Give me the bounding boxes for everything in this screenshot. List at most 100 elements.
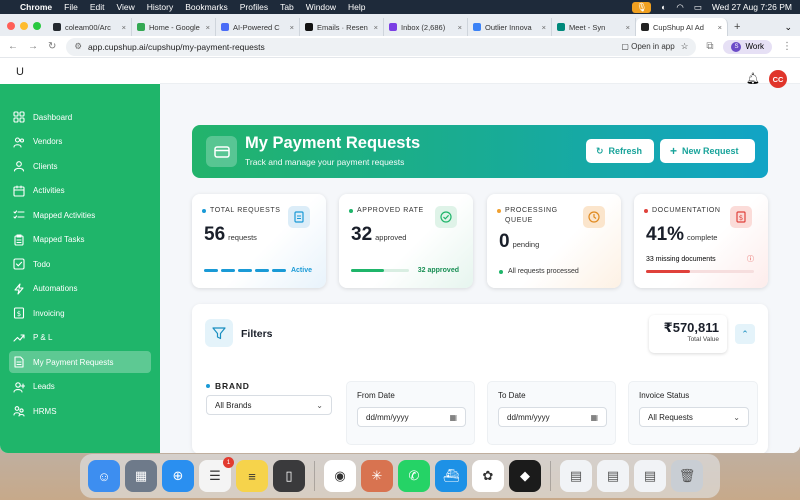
page-title: My Payment Requests [245, 134, 421, 152]
sidebar-item-p-l[interactable]: P & L [9, 327, 151, 349]
page-header-banner: My Payment Requests Track and manage you… [192, 125, 768, 178]
calendar-icon[interactable]: ▦ [590, 413, 598, 422]
sidebar-item-label: P & L [33, 333, 53, 342]
chrome-icon[interactable]: ◉ [324, 460, 356, 492]
reload-icon[interactable]: ↻ [48, 41, 56, 52]
address-bar[interactable]: ⚙ app.cupshup.ai/cupshup/my-payment-requ… [66, 37, 697, 56]
browser-tab[interactable]: Emails · Resen × [300, 18, 384, 36]
sidebar-item-vendors[interactable]: Vendors [9, 131, 151, 153]
menu-history[interactable]: History [147, 2, 173, 12]
refresh-button[interactable]: ↻ Refresh [586, 139, 654, 163]
launchpad-icon[interactable]: ▦ [125, 460, 157, 492]
sidebar-item-leads[interactable]: Leads [9, 376, 151, 398]
close-tab-icon[interactable]: × [206, 23, 210, 32]
browser-tab[interactable]: coleam00/Arc × [48, 18, 132, 36]
brand-select[interactable]: All Brands ⌄ [206, 395, 332, 415]
new-request-button[interactable]: + New Request [660, 139, 755, 163]
menu-view[interactable]: View [116, 2, 134, 12]
claude-icon[interactable]: ✳ [361, 460, 393, 492]
notes-icon[interactable]: ≡ [236, 460, 268, 492]
clock-icon [583, 206, 605, 228]
sidebar-item-todo[interactable]: Todo [9, 253, 151, 275]
brand-label: BRAND [215, 381, 250, 391]
tab-search-icon[interactable]: ⌄ [784, 18, 792, 36]
from-date-input[interactable]: dd/mm/yyyy ▦ [357, 407, 466, 427]
close-tab-icon[interactable]: × [122, 23, 126, 32]
close-tab-icon[interactable]: × [542, 23, 546, 32]
card-value: 41% [646, 224, 685, 245]
close-tab-icon[interactable]: × [458, 23, 462, 32]
forward-icon[interactable]: → [28, 41, 38, 52]
sidebar-item-mapped-tasks[interactable]: Mapped Tasks [9, 229, 151, 251]
menu-file[interactable]: File [64, 2, 78, 12]
close-window-icon[interactable] [7, 22, 15, 30]
browser-toolbar: ← → ↻ ⚙ app.cupshup.ai/cupshup/my-paymen… [0, 36, 800, 58]
menu-help[interactable]: Help [348, 2, 365, 12]
docker-icon[interactable]: ⛴ [435, 460, 467, 492]
sidebar-item-hrms[interactable]: HRMS [9, 400, 151, 422]
browser-tab[interactable]: Home - Google × [132, 18, 216, 36]
site-info-icon[interactable]: ⚙ [74, 41, 82, 52]
battery-icon[interactable]: ▭ [694, 2, 702, 13]
sidebar-item-activities[interactable]: Activities [9, 180, 151, 202]
profile-button[interactable]: S Work [723, 39, 772, 54]
status-icon[interactable]: ◐ [661, 2, 666, 12]
plus-icon: + [670, 144, 678, 158]
browser-tab[interactable]: CupShup AI Ad × [636, 18, 728, 36]
browser-tab[interactable]: Meet - Syn × [552, 18, 636, 36]
close-tab-icon[interactable]: × [626, 23, 630, 32]
iphone-mirroring-icon[interactable]: ▯ [273, 460, 305, 492]
documents-stack-icon[interactable]: ▤ [560, 460, 592, 492]
tab-favicon-icon [221, 23, 229, 31]
wifi-icon[interactable]: ◠ [676, 2, 683, 13]
cursor-icon[interactable]: ◆ [509, 460, 541, 492]
reminders-icon[interactable]: ☰ 1 [199, 457, 234, 492]
close-tab-icon[interactable]: × [718, 23, 722, 32]
menu-edit[interactable]: Edit [90, 2, 105, 12]
notification-bell-icon[interactable]: 🔔︎ [746, 72, 760, 85]
close-tab-icon[interactable]: × [290, 23, 294, 32]
menu-tab[interactable]: Tab [280, 2, 294, 12]
app-logo[interactable]: U [16, 66, 24, 78]
extensions-icon[interactable]: ⧉ [706, 41, 713, 52]
to-date-input[interactable]: dd/mm/yyyy ▦ [498, 407, 607, 427]
clock[interactable]: Wed 27 Aug 7:26 PM [712, 2, 792, 12]
zoom-window-icon[interactable] [33, 22, 41, 30]
menu-bookmarks[interactable]: Bookmarks [185, 2, 228, 12]
approved-footer: 32 approved [417, 267, 459, 274]
open-in-app-button[interactable]: ▢ Open in app [621, 42, 674, 51]
menu-window[interactable]: Window [306, 2, 336, 12]
sidebar-item-clients[interactable]: Clients [9, 155, 151, 177]
safari-icon[interactable]: ⊕ [162, 460, 194, 492]
tab-title: Emails · Resen [317, 22, 368, 32]
close-tab-icon[interactable]: × [374, 23, 378, 32]
menu-profiles[interactable]: Profiles [240, 2, 268, 12]
collapse-filters-button[interactable]: ⌃ [735, 324, 755, 344]
menu-app-name[interactable]: Chrome [20, 2, 52, 12]
screenshots-stack-icon[interactable]: ▤ [634, 460, 666, 492]
sidebar-item-my-payment-requests[interactable]: My Payment Requests [9, 351, 151, 373]
browser-tab[interactable]: AI-Powered C × [216, 18, 300, 36]
calendar-icon[interactable]: ▦ [449, 413, 457, 422]
tab-favicon-icon [137, 23, 145, 31]
sidebar-item-automations[interactable]: Automations [9, 278, 151, 300]
new-tab-button[interactable]: + [728, 18, 746, 36]
chatgpt-icon[interactable]: ✿ [472, 460, 504, 492]
browser-menu-icon[interactable]: ⋮ [782, 41, 792, 52]
whatsapp-icon[interactable]: ✆ [398, 460, 430, 492]
sidebar-item-invoicing[interactable]: $ Invoicing [9, 302, 151, 324]
microphone-icon[interactable]: 🎙 [632, 1, 652, 13]
browser-tab[interactable]: Outlier Innova × [468, 18, 552, 36]
browser-tab[interactable]: Inbox (2,686) × [384, 18, 468, 36]
downloads-stack-icon[interactable]: ▤ [597, 460, 629, 492]
documentation-progress-fill [646, 270, 691, 273]
invoice-status-select[interactable]: All Requests ⌄ [639, 407, 749, 427]
minimize-window-icon[interactable] [20, 22, 28, 30]
finder-icon[interactable]: ☺ [88, 460, 120, 492]
bookmark-star-icon[interactable]: ☆ [681, 41, 689, 52]
sidebar-item-dashboard[interactable]: Dashboard [9, 106, 151, 128]
back-icon[interactable]: ← [8, 41, 18, 52]
user-avatar[interactable]: CC [769, 70, 787, 88]
trash-icon[interactable]: 🗑︎ [671, 460, 703, 492]
sidebar-item-mapped-activities[interactable]: Mapped Activities [9, 204, 151, 226]
